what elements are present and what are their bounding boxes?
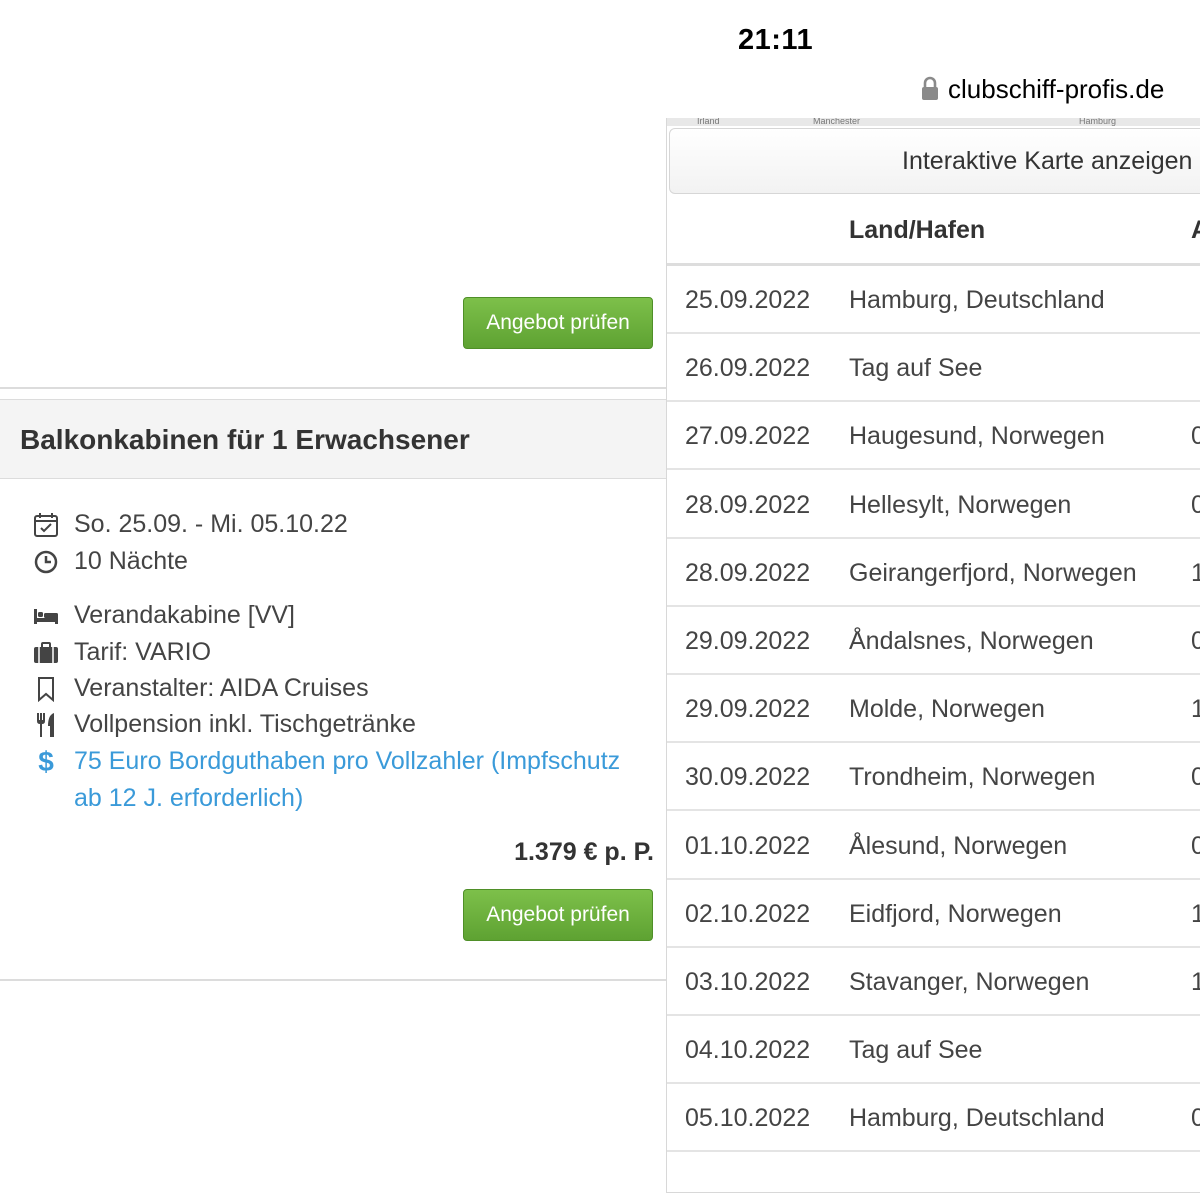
cutlery-icon (32, 711, 60, 739)
dates-text: So. 25.09. - Mi. 05.10.22 (74, 510, 348, 538)
row-extra: 1 (1191, 695, 1200, 724)
table-row: 28.09.2022 Geirangerfjord, Norwegen 1 (667, 539, 1200, 607)
table-row: 30.09.2022 Trondheim, Norwegen 0 (667, 743, 1200, 812)
row-date: 30.09.2022 (685, 763, 811, 792)
row-date: 02.10.2022 (685, 899, 811, 928)
table-row: 27.09.2022 Haugesund, Norwegen 0 (667, 402, 1200, 471)
cabin-type-text: Verandakabine [VV] (74, 601, 295, 629)
table-row: 01.10.2022 Ålesund, Norwegen 0 (667, 812, 1200, 880)
bookmark-icon (32, 675, 60, 703)
briefcase-icon (32, 639, 60, 667)
table-row: 05.10.2022 Hamburg, Deutschland 0 (667, 1084, 1200, 1153)
row-extra: 0 (1191, 491, 1200, 520)
bed-icon (32, 602, 60, 630)
tariff-text: Tarif: VARIO (74, 638, 212, 666)
dollar-icon: $ (38, 745, 54, 777)
row-date: 29.09.2022 (685, 695, 811, 724)
row-extra: 0 (1191, 422, 1200, 451)
row-port: Stavanger, Norwegen (849, 968, 1090, 996)
lock-icon (920, 76, 940, 102)
row-date: 28.09.2022 (685, 558, 811, 587)
table-row: 03.10.2022 Stavanger, Norwegen 1 (667, 948, 1200, 1016)
row-port: Hellesylt, Norwegen (849, 490, 1072, 519)
map-preview[interactable]: Irland Manchester Hamburg (667, 118, 1200, 126)
row-extra: 0 (1191, 763, 1200, 792)
check-offer-button-top[interactable]: Angebot prüfen (463, 297, 653, 349)
column-header-next: A (1191, 216, 1200, 245)
row-port: Hamburg, Deutschland (849, 286, 1105, 314)
row-extra: 1 (1191, 968, 1200, 997)
table-row: 29.09.2022 Molde, Norwegen 1 (667, 675, 1200, 744)
row-date: 03.10.2022 (685, 968, 811, 996)
row-port: Geirangerfjord, Norwegen (849, 558, 1137, 587)
row-port: Tag auf See (849, 1036, 983, 1065)
row-port: Ålesund, Norwegen (849, 831, 1068, 860)
board-text: Vollpension inkl. Tischgetränke (74, 710, 416, 738)
row-port: Tag auf See (849, 354, 983, 383)
row-date: 01.10.2022 (685, 831, 811, 860)
show-map-button[interactable]: Interaktive Karte anzeigen (669, 128, 1200, 194)
map-label-manchester: Manchester (813, 118, 861, 126)
detail-board: Vollpension inkl. Tischgetränke (32, 710, 416, 739)
detail-nights: 10 Nächte (32, 547, 188, 576)
row-date: 29.09.2022 (685, 627, 811, 655)
row-port: Hamburg, Deutschland (849, 1104, 1105, 1133)
status-time: 21:11 (738, 24, 814, 56)
table-row: 04.10.2022 Tag auf See (667, 1016, 1200, 1085)
row-port: Haugesund, Norwegen (849, 422, 1105, 451)
calendar-check-icon (32, 511, 60, 539)
divider-bottom (0, 979, 666, 981)
detail-operator: Veranstalter: AIDA Cruises (32, 674, 369, 703)
table-row: 26.09.2022 Tag auf See (667, 334, 1200, 403)
url-bar[interactable]: clubschiff-profis.de (920, 72, 1164, 106)
row-port: Molde, Norwegen (849, 695, 1045, 724)
bonus-text-line2[interactable]: ab 12 J. erforderlich) (74, 784, 303, 813)
row-port: Eidfjord, Norwegen (849, 899, 1062, 928)
divider-top (0, 387, 666, 389)
table-row: 28.09.2022 Hellesylt, Norwegen 0 (667, 471, 1200, 539)
row-date: 28.09.2022 (685, 490, 811, 519)
table-row: 25.09.2022 Hamburg, Deutschland (667, 266, 1200, 334)
map-label-ireland: Irland (697, 118, 720, 126)
row-extra: 1 (1191, 900, 1200, 929)
column-header-port: Land/Hafen (849, 216, 986, 244)
cabin-title: Balkonkabinen für 1 Erwachsener (20, 424, 470, 455)
bonus-text-line1: 75 Euro Bordguthaben pro Vollzahler (Imp… (74, 747, 621, 775)
row-port: Åndalsnes, Norwegen (849, 627, 1094, 655)
clock-icon (32, 548, 60, 576)
row-date: 04.10.2022 (685, 1036, 811, 1065)
table-row: 29.09.2022 Åndalsnes, Norwegen 0 (667, 607, 1200, 675)
row-extra: 0 (1191, 1104, 1200, 1133)
row-extra: 0 (1191, 832, 1200, 861)
check-offer-button[interactable]: Angebot prüfen (463, 889, 653, 941)
show-map-label: Interaktive Karte anzeigen (902, 147, 1193, 175)
map-label-hamburg: Hamburg (1079, 118, 1117, 126)
row-extra: 0 (1191, 627, 1200, 656)
row-date: 05.10.2022 (685, 1104, 811, 1133)
cabin-header: Balkonkabinen für 1 Erwachsener (0, 399, 666, 479)
detail-bonus[interactable]: $ 75 Euro Bordguthaben pro Vollzahler (I… (32, 745, 621, 777)
itinerary-panel: Irland Manchester Hamburg Interaktive Ka… (666, 118, 1200, 1193)
detail-cabin-type: Verandakabine [VV] (32, 601, 295, 630)
nights-text: 10 Nächte (74, 547, 188, 575)
row-date: 26.09.2022 (685, 354, 811, 383)
detail-dates: So. 25.09. - Mi. 05.10.22 (32, 510, 348, 539)
price: 1.379 € p. P. (514, 838, 654, 866)
url-text: clubschiff-profis.de (948, 73, 1165, 104)
detail-tariff: Tarif: VARIO (32, 638, 211, 667)
row-extra: 1 (1191, 559, 1200, 588)
row-date: 25.09.2022 (685, 286, 811, 314)
operator-text: Veranstalter: AIDA Cruises (74, 674, 369, 702)
table-row: 02.10.2022 Eidfjord, Norwegen 1 (667, 880, 1200, 948)
row-date: 27.09.2022 (685, 422, 811, 451)
row-port: Trondheim, Norwegen (849, 763, 1096, 792)
